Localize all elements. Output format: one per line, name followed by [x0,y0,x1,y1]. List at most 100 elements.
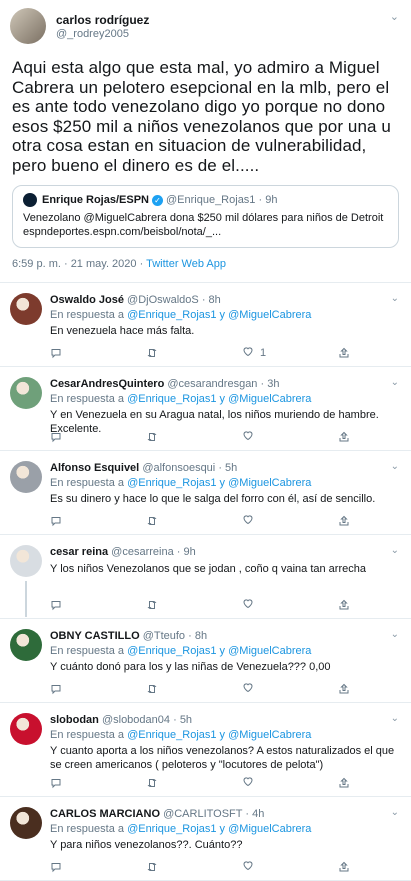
share-icon[interactable] [338,859,350,874]
like-button[interactable] [242,775,302,790]
reply-tweet[interactable]: slobodan @slobodan04 · 5h ⌄ En respuesta… [0,703,411,797]
reply-icon[interactable] [50,513,110,528]
reply-tweet[interactable]: cesar reina @cesarreina · 9h ⌄ Y los niñ… [0,535,411,619]
avatar[interactable] [10,377,42,409]
chevron-down-icon[interactable]: ⌄ [391,545,399,556]
reply-icon[interactable] [50,429,110,444]
reply-text: Es su dinero y hace lo que le salga del … [50,493,376,505]
avatar[interactable] [10,8,46,44]
reply-mentions[interactable]: @Enrique_Rojas1 y @MiguelCabrera [127,393,311,405]
reply-tweet[interactable]: CesarAndresQuintero @cesarandresgan · 3h… [0,367,411,451]
reply-handle[interactable]: @slobodan04 [102,714,170,726]
verified-icon: ✓ [151,194,163,206]
reply-text: Y para niños venezolanos??. Cuánto?? [50,839,243,851]
avatar[interactable] [10,629,42,661]
reply-time[interactable]: 5h [180,714,192,726]
reply-author-name[interactable]: Alfonso Esquivel [50,462,139,474]
reply-tweet[interactable]: CARLOS MARCIANO @CARLITOSFT · 4h ⌄ En re… [0,797,411,881]
reply-mentions[interactable]: @Enrique_Rojas1 y @MiguelCabrera [127,645,311,657]
share-icon[interactable] [338,597,350,612]
reply-mentions[interactable]: @Enrique_Rojas1 y @MiguelCabrera [127,729,311,741]
reply-handle[interactable]: @cesarandresgan [167,378,257,390]
share-icon[interactable] [338,513,350,528]
reply-tweet[interactable]: Alfonso Esquivel @alfonsoesqui · 5h ⌄ En… [0,451,411,535]
reply-icon[interactable] [50,859,110,874]
reply-time[interactable]: 8h [209,294,221,306]
reply-handle[interactable]: @DjOswaldoS [127,294,199,306]
heart-icon [242,513,254,528]
thread-line [25,581,27,617]
heart-icon [242,681,254,696]
retweet-icon[interactable] [146,513,206,528]
reply-text: Y cuanto aporta a los niños venezolanos?… [50,745,395,771]
reply-handle[interactable]: @alfonsoesqui [142,462,215,474]
reply-time[interactable]: 4h [252,808,264,820]
avatar[interactable] [10,713,42,745]
replying-to: En respuesta a @Enrique_Rojas1 y @Miguel… [50,729,312,741]
chevron-down-icon[interactable]: ⌄ [391,377,399,388]
like-button[interactable] [242,859,302,874]
retweet-icon[interactable] [146,859,206,874]
tweet-timestamp[interactable]: 6:59 p. m. · 21 may. 2020 · [12,258,146,270]
retweet-icon[interactable] [146,775,206,790]
reply-mentions[interactable]: @Enrique_Rojas1 y @MiguelCabrera [127,823,311,835]
reply-icon[interactable] [50,345,110,360]
reply-icon[interactable] [50,681,110,696]
reply-time[interactable]: 9h [184,546,196,558]
like-button[interactable] [242,513,302,528]
reply-tweet[interactable]: Oswaldo José @DjOswaldoS · 8h ⌄ En respu… [0,283,411,367]
quoted-time: 9h [265,194,278,206]
author-name[interactable]: carlos rodríguez [56,13,149,27]
reply-time[interactable]: 5h [225,462,237,474]
reply-tweet[interactable]: OBNY CASTILLO @Tteufo · 8h ⌄ En respuest… [0,619,411,703]
like-button[interactable] [242,429,302,444]
replies-list: Oswaldo José @DjOswaldoS · 8h ⌄ En respu… [0,283,411,881]
heart-icon [242,859,254,874]
quoted-tweet[interactable]: Enrique Rojas/ESPN ✓ @Enrique_Rojas1 · 9… [12,185,399,248]
reply-time[interactable]: 3h [267,378,279,390]
share-icon[interactable] [338,681,350,696]
chevron-down-icon[interactable]: ⌄ [391,713,399,724]
like-button[interactable] [242,681,302,696]
like-button[interactable]: 1 [242,345,302,360]
reply-author-name[interactable]: OBNY CASTILLO [50,630,140,642]
chevron-down-icon[interactable]: ⌄ [391,461,399,472]
chevron-down-icon[interactable]: ⌄ [390,10,399,23]
reply-author-name[interactable]: CesarAndresQuintero [50,378,164,390]
retweet-icon[interactable] [146,345,206,360]
like-button[interactable] [242,597,302,612]
replying-to: En respuesta a @Enrique_Rojas1 y @Miguel… [50,823,312,835]
share-icon[interactable] [338,429,350,444]
share-icon[interactable] [338,775,350,790]
retweet-icon[interactable] [146,429,206,444]
chevron-down-icon[interactable]: ⌄ [391,629,399,640]
reply-author-name[interactable]: cesar reina [50,546,108,558]
share-icon[interactable] [338,345,350,360]
avatar[interactable] [10,461,42,493]
reply-mentions[interactable]: @Enrique_Rojas1 y @MiguelCabrera [127,309,311,321]
author-handle[interactable]: @_rodrey2005 [56,28,149,40]
tweet-text: Aqui esta algo que esta mal, yo admiro a… [12,58,391,175]
reply-handle[interactable]: @cesarreina [111,546,174,558]
reply-icon[interactable] [50,597,110,612]
reply-author-name[interactable]: slobodan [50,714,99,726]
retweet-icon[interactable] [146,597,206,612]
reply-mentions[interactable]: @Enrique_Rojas1 y @MiguelCabrera [127,477,311,489]
avatar[interactable] [10,807,42,839]
reply-icon[interactable] [50,775,110,790]
reply-time[interactable]: 8h [195,630,207,642]
replying-to: En respuesta a @Enrique_Rojas1 y @Miguel… [50,309,312,321]
retweet-icon[interactable] [146,681,206,696]
avatar[interactable] [10,545,42,577]
chevron-down-icon[interactable]: ⌄ [391,293,399,304]
chevron-down-icon[interactable]: ⌄ [391,807,399,818]
reply-handle[interactable]: @Tteufo [143,630,185,642]
heart-icon [242,775,254,790]
reply-handle[interactable]: @CARLITOSFT [163,808,242,820]
quoted-author-name: Enrique Rojas/ESPN [42,194,149,206]
tweet-source[interactable]: Twitter Web App [146,258,226,270]
reply-author-name[interactable]: CARLOS MARCIANO [50,808,160,820]
reply-author-name[interactable]: Oswaldo José [50,294,124,306]
avatar[interactable] [10,293,42,325]
tweet-meta: 6:59 p. m. · 21 may. 2020 · Twitter Web … [12,248,399,282]
